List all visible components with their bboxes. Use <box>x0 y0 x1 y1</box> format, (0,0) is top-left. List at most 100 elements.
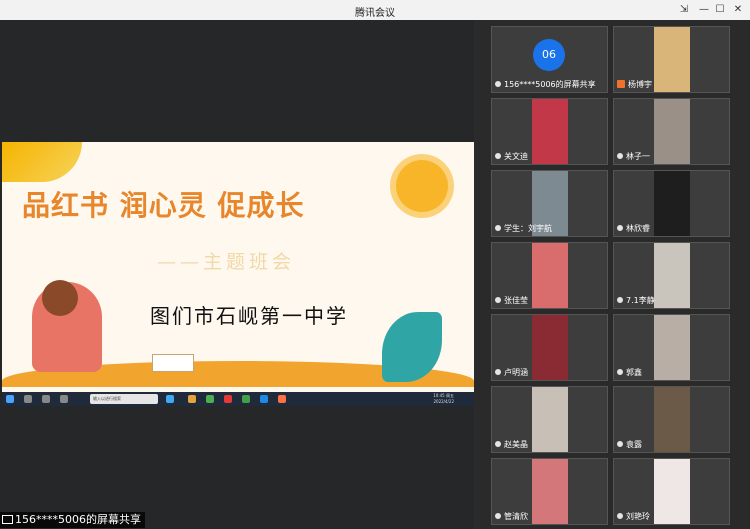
screen-share-label: 156****5006的屏幕共享 <box>0 512 145 528</box>
participant-video <box>532 459 568 524</box>
shared-taskbar: 输入以进行搜索 10:45 周五 2022/4/22 <box>2 392 474 406</box>
meeting-app-icon <box>260 395 268 403</box>
participant-tile[interactable]: 杨博宇 <box>613 26 730 93</box>
powerpoint-icon <box>278 395 286 403</box>
microphone-muted-icon <box>617 297 623 303</box>
slide-school-name: 图们市石岘第一中学 <box>150 304 348 328</box>
participant-tile[interactable]: 袁露 <box>613 386 730 453</box>
app-green-icon <box>206 395 214 403</box>
participant-name: 郭鑫 <box>626 368 642 377</box>
participant-label: 刘艳玲 <box>617 512 650 522</box>
microphone-muted-icon <box>617 513 623 519</box>
minimize-button[interactable]: — <box>697 3 711 17</box>
participant-label: 卢明涵 <box>495 368 528 378</box>
participant-tile[interactable]: 7.1李静 <box>613 242 730 309</box>
microphone-muted-icon <box>495 81 501 87</box>
open-book-illustration <box>152 354 194 372</box>
participant-label: 管清欣 <box>495 512 528 522</box>
participant-tile[interactable]: 刘艳玲 <box>613 458 730 525</box>
shared-screen-area[interactable]: 品红书 润心灵 促成长 ——主题班会 图们市石岘第一中学 输入以进行搜索 10:… <box>0 20 474 529</box>
participant-tile[interactable]: 关文迪 <box>491 98 608 165</box>
window-title-bar: 腾讯会议 ⇲ — ☐ ✕ <box>0 0 750 20</box>
participant-name: 156****5006的屏幕共享 <box>504 80 596 89</box>
participant-label: 杨博宇 <box>617 80 652 90</box>
participant-label: 张佳莹 <box>495 296 528 306</box>
participant-panel[interactable]: 06 156****5006的屏幕共享 杨博宇关文迪 林子一学生：刘宇航 林欣睿张佳莹 7… <box>477 20 750 529</box>
browser-icon <box>166 395 174 403</box>
participant-label: 林欣睿 <box>617 224 650 234</box>
participant-video <box>654 99 690 164</box>
microphone-muted-icon <box>617 225 623 231</box>
participant-label: 学生：刘宇航 <box>495 224 552 234</box>
cortana-icon <box>42 395 50 403</box>
participant-tile[interactable]: 张佳莹 <box>491 242 608 309</box>
participant-name: 学生：刘宇航 <box>504 224 552 233</box>
slide-title: 品红书 润心灵 促成长 <box>22 189 305 222</box>
microphone-muted-icon <box>495 369 501 375</box>
participant-label: 袁露 <box>617 440 642 450</box>
app-red-icon <box>224 395 232 403</box>
participant-name: 袁露 <box>626 440 642 449</box>
microphone-muted-icon <box>495 513 501 519</box>
participant-label: 156****5006的屏幕共享 <box>495 80 596 90</box>
microphone-muted-icon <box>495 225 501 231</box>
participant-name: 管清欣 <box>504 512 528 521</box>
participant-label: 郭鑫 <box>617 368 642 378</box>
screen-share-icon <box>2 515 13 524</box>
participant-name: 刘艳玲 <box>626 512 650 521</box>
participant-video <box>654 27 690 92</box>
shared-slide: 品红书 润心灵 促成长 ——主题班会 图们市石岘第一中学 <box>2 142 474 395</box>
participant-tile[interactable]: 卢明涵 <box>491 314 608 381</box>
participant-label: 林子一 <box>617 152 650 162</box>
taskbar-date: 2022/4/22 <box>433 399 454 404</box>
girl-head-illustration <box>42 280 78 316</box>
microphone-muted-icon <box>495 153 501 159</box>
participant-name: 张佳莹 <box>504 296 528 305</box>
participant-video <box>654 171 690 236</box>
window-title: 腾讯会议 <box>355 8 395 19</box>
sun-illustration <box>396 160 448 212</box>
windows-start-icon <box>6 395 14 403</box>
participant-tile[interactable]: 学生：刘宇航 <box>491 170 608 237</box>
participant-tile[interactable]: 林欣睿 <box>613 170 730 237</box>
participant-name: 赵美晶 <box>504 440 528 449</box>
participant-name: 杨博宇 <box>628 80 652 89</box>
taskbar-clock: 10:45 周五 2022/4/22 <box>433 393 454 405</box>
slide-subtitle: ——主题班会 <box>157 251 296 273</box>
search-icon <box>24 395 32 403</box>
participant-tile[interactable]: 郭鑫 <box>613 314 730 381</box>
task-view-icon <box>60 395 68 403</box>
participant-video <box>532 315 568 380</box>
microphone-muted-icon <box>617 369 623 375</box>
participant-video <box>532 387 568 452</box>
screen-share-owner: 156****5006的屏幕共享 <box>15 513 141 526</box>
host-icon <box>617 80 625 88</box>
participant-tile[interactable]: 林子一 <box>613 98 730 165</box>
participant-video <box>654 459 690 524</box>
participant-name: 林欣睿 <box>626 224 650 233</box>
participant-name: 7.1李静 <box>626 296 655 305</box>
folder-icon <box>188 395 196 403</box>
participant-tile[interactable]: 赵美晶 <box>491 386 608 453</box>
participant-tile[interactable]: 管清欣 <box>491 458 608 525</box>
microphone-muted-icon <box>495 297 501 303</box>
participant-name: 林子一 <box>626 152 650 161</box>
participant-video <box>532 243 568 308</box>
participant-label: 赵美晶 <box>495 440 528 450</box>
microphone-muted-icon <box>495 441 501 447</box>
participant-label: 关文迪 <box>495 152 528 162</box>
close-button[interactable]: ✕ <box>731 3 745 17</box>
participant-video <box>654 387 690 452</box>
wechat-icon <box>242 395 250 403</box>
pin-icon[interactable]: ⇲ <box>677 3 691 17</box>
participant-name: 卢明涵 <box>504 368 528 377</box>
participant-video <box>532 99 568 164</box>
participant-name: 关文迪 <box>504 152 528 161</box>
participant-video <box>654 315 690 380</box>
participant-tile[interactable]: 06 156****5006的屏幕共享 <box>491 26 608 93</box>
participant-video <box>654 243 690 308</box>
maximize-button[interactable]: ☐ <box>713 3 727 17</box>
participant-avatar: 06 <box>533 39 565 71</box>
microphone-muted-icon <box>617 441 623 447</box>
taskbar-search-box: 输入以进行搜索 <box>90 394 158 404</box>
